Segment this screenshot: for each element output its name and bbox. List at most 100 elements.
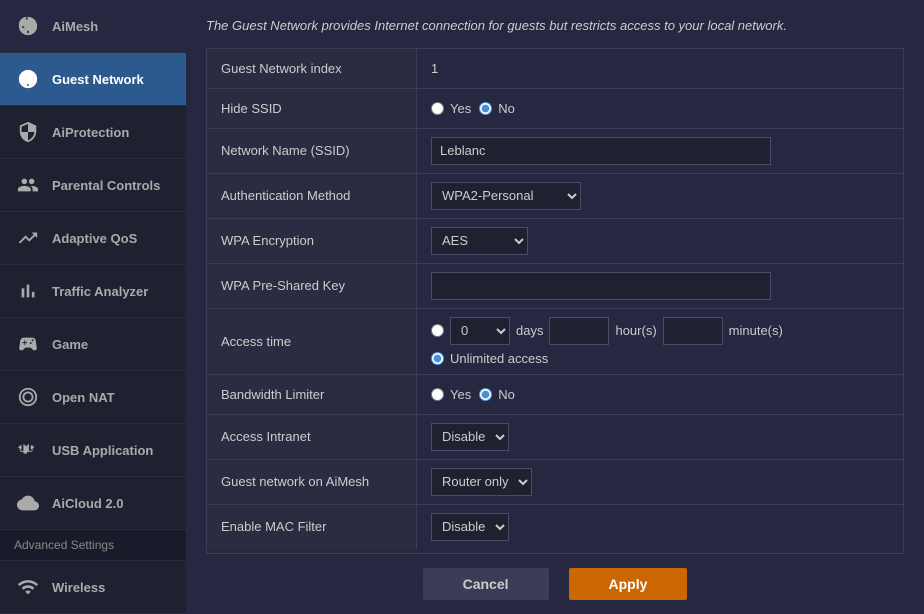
footer-buttons: Cancel Apply	[186, 554, 924, 614]
value-mac-filter: Disable Enable	[417, 505, 903, 549]
form-row-wpa-encryption: WPA Encryption AES TKIP AES+TKIP	[207, 219, 903, 264]
main-content: The Guest Network provides Internet conn…	[186, 0, 924, 614]
label-mac-filter: Enable MAC Filter	[207, 505, 417, 549]
form-row-wpa-key: WPA Pre-Shared Key	[207, 264, 903, 309]
form-row-bandwidth-limiter: Bandwidth Limiter Yes No	[207, 375, 903, 415]
label-bandwidth-limiter: Bandwidth Limiter	[207, 375, 417, 414]
access-time-line1: 0 1 2 days hour(s) minute(s)	[431, 317, 783, 345]
sidebar-label-aicloud: AiCloud 2.0	[52, 496, 124, 511]
auth-method-select[interactable]: WPA2-Personal Open System WPA-Auto-Perso…	[431, 182, 581, 210]
bandwidth-limiter-no-label: No	[498, 387, 515, 402]
hide-ssid-yes-group[interactable]: Yes	[431, 101, 471, 116]
apply-button[interactable]: Apply	[569, 568, 688, 600]
label-auth-method: Authentication Method	[207, 174, 417, 218]
access-time-hours-input[interactable]	[549, 317, 609, 345]
form-container: Guest Network index 1 Hide SSID Yes No N…	[206, 48, 904, 555]
form-row-guest-aimesh: Guest network on AiMesh Router only All …	[207, 460, 903, 505]
value-network-name	[417, 129, 903, 173]
gamepad-icon	[14, 330, 42, 358]
value-access-intranet: Disable Enable	[417, 415, 903, 459]
sidebar-label-usb-application: USB Application	[52, 443, 153, 458]
access-time-unlimited-label: Unlimited access	[450, 351, 548, 366]
value-access-time: 0 1 2 days hour(s) minute(s) Unli	[417, 309, 903, 374]
hide-ssid-no-group[interactable]: No	[479, 101, 515, 116]
guest-network-index-value: 1	[431, 61, 438, 76]
sidebar-item-wireless[interactable]: Wireless	[0, 561, 186, 614]
sidebar-item-parental-controls[interactable]: Parental Controls	[0, 159, 186, 212]
bandwidth-limiter-yes-radio[interactable]	[431, 388, 444, 401]
value-auth-method: WPA2-Personal Open System WPA-Auto-Perso…	[417, 174, 903, 218]
guest-aimesh-select[interactable]: Router only All nodes	[431, 468, 532, 496]
sidebar-item-usb-application[interactable]: USB Application	[0, 424, 186, 477]
access-time-minutes-label: minute(s)	[729, 323, 783, 338]
mac-filter-select[interactable]: Disable Enable	[431, 513, 509, 541]
form-row-network-name: Network Name (SSID)	[207, 129, 903, 174]
globe-icon	[14, 65, 42, 93]
access-time-unlimited-radio[interactable]	[431, 352, 444, 365]
sidebar-item-guest-network[interactable]: Guest Network	[0, 53, 186, 106]
access-time-limited-radio[interactable]	[431, 324, 444, 337]
label-access-time: Access time	[207, 309, 417, 374]
form-row-hide-ssid: Hide SSID Yes No	[207, 89, 903, 129]
hide-ssid-no-radio[interactable]	[479, 102, 492, 115]
label-access-intranet: Access Intranet	[207, 415, 417, 459]
bandwidth-limiter-no-radio[interactable]	[479, 388, 492, 401]
sidebar-label-adaptive-qos: Adaptive QoS	[52, 231, 137, 246]
sidebar-item-aimesh[interactable]: AiMesh	[0, 0, 186, 53]
people-icon	[14, 171, 42, 199]
form-row-mac-filter: Enable MAC Filter Disable Enable	[207, 505, 903, 549]
advanced-settings-header: Advanced Settings	[0, 530, 186, 561]
sidebar-item-aicloud[interactable]: AiCloud 2.0	[0, 477, 186, 530]
access-time-line2: Unlimited access	[431, 351, 783, 366]
value-hide-ssid: Yes No	[417, 89, 903, 128]
form-row-access-intranet: Access Intranet Disable Enable	[207, 415, 903, 460]
bandwidth-limiter-yes-label: Yes	[450, 387, 471, 402]
shield-icon	[14, 118, 42, 146]
sidebar-label-open-nat: Open NAT	[52, 390, 115, 405]
sidebar-label-aiprotection: AiProtection	[52, 125, 129, 140]
bandwidth-limiter-no-group[interactable]: No	[479, 387, 515, 402]
sidebar-item-open-nat[interactable]: Open NAT	[0, 371, 186, 424]
sidebar-label-aimesh: AiMesh	[52, 19, 98, 34]
label-guest-network-index: Guest Network index	[207, 49, 417, 88]
value-guest-aimesh: Router only All nodes	[417, 460, 903, 504]
value-wpa-encryption: AES TKIP AES+TKIP	[417, 219, 903, 263]
sidebar-label-traffic-analyzer: Traffic Analyzer	[52, 284, 148, 299]
wpa-encryption-select[interactable]: AES TKIP AES+TKIP	[431, 227, 528, 255]
cancel-button[interactable]: Cancel	[423, 568, 549, 600]
form-row-auth-method: Authentication Method WPA2-Personal Open…	[207, 174, 903, 219]
usb-icon	[14, 436, 42, 464]
access-time-unlimited-group[interactable]: Unlimited access	[431, 351, 548, 366]
access-time-row: 0 1 2 days hour(s) minute(s) Unli	[431, 317, 783, 366]
bandwidth-limiter-yes-group[interactable]: Yes	[431, 387, 471, 402]
bar-chart-icon	[14, 277, 42, 305]
access-time-hours-label: hour(s)	[615, 323, 656, 338]
sidebar-item-aiprotection[interactable]: AiProtection	[0, 106, 186, 159]
access-intranet-select[interactable]: Disable Enable	[431, 423, 509, 451]
sidebar-label-game: Game	[52, 337, 88, 352]
page-description: The Guest Network provides Internet conn…	[186, 0, 924, 48]
sidebar-item-traffic-analyzer[interactable]: Traffic Analyzer	[0, 265, 186, 318]
hide-ssid-yes-label: Yes	[450, 101, 471, 116]
sidebar-label-parental-controls: Parental Controls	[52, 178, 160, 193]
value-bandwidth-limiter: Yes No	[417, 375, 903, 414]
sidebar-item-adaptive-qos[interactable]: Adaptive QoS	[0, 212, 186, 265]
access-time-minutes-input[interactable]	[663, 317, 723, 345]
label-guest-aimesh: Guest network on AiMesh	[207, 460, 417, 504]
access-time-days-select[interactable]: 0 1 2	[450, 317, 510, 345]
network-name-input[interactable]	[431, 137, 771, 165]
sidebar-label-guest-network: Guest Network	[52, 72, 144, 87]
label-wpa-encryption: WPA Encryption	[207, 219, 417, 263]
hide-ssid-no-label: No	[498, 101, 515, 116]
wpa-key-input[interactable]	[431, 272, 771, 300]
value-guest-network-index: 1	[417, 49, 903, 88]
label-hide-ssid: Hide SSID	[207, 89, 417, 128]
wifi-icon	[14, 573, 42, 601]
sidebar-label-wireless: Wireless	[52, 580, 105, 595]
sidebar-item-game[interactable]: Game	[0, 318, 186, 371]
access-time-days-label: days	[516, 323, 543, 338]
chart-icon	[14, 224, 42, 252]
form-row-guest-network-index: Guest Network index 1	[207, 49, 903, 89]
hide-ssid-yes-radio[interactable]	[431, 102, 444, 115]
form-row-access-time: Access time 0 1 2 days hour(s)	[207, 309, 903, 375]
